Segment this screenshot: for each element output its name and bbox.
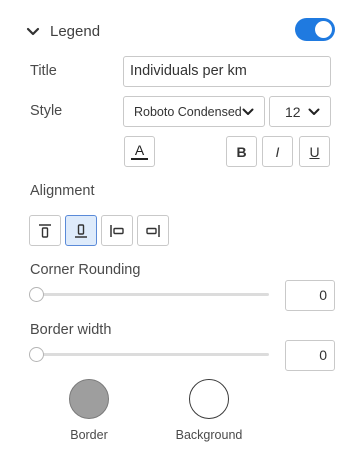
align-top-button[interactable]: [29, 215, 61, 246]
align-right-button[interactable]: [137, 215, 169, 246]
title-label: Title: [30, 63, 57, 79]
text-color-bar: [131, 158, 148, 160]
border-width-slider-thumb[interactable]: [29, 347, 44, 362]
legend-toggle[interactable]: [295, 18, 335, 41]
font-size-value: 12: [285, 103, 301, 120]
corner-rounding-input[interactable]: 0: [285, 280, 335, 311]
bold-button[interactable]: B: [226, 136, 257, 167]
border-color-label: Border: [70, 428, 108, 442]
border-width-slider-track[interactable]: [31, 353, 269, 356]
corner-rounding-slider-track[interactable]: [31, 293, 269, 296]
align-top-icon: [39, 223, 51, 238]
title-input[interactable]: Individuals per km: [123, 56, 331, 87]
font-family-value: Roboto Condensed: [134, 104, 242, 119]
background-color-label: Background: [175, 428, 243, 442]
text-color-button[interactable]: A: [124, 136, 155, 167]
align-bottom-icon: [75, 223, 87, 238]
text-color-icon: A: [134, 141, 145, 158]
chevron-down-icon[interactable]: [26, 26, 40, 38]
align-bottom-button[interactable]: [65, 215, 97, 246]
font-family-select[interactable]: Roboto Condensed: [123, 96, 265, 127]
section-title: Legend: [50, 23, 101, 40]
underline-button[interactable]: U: [299, 136, 330, 167]
chevron-down-icon: [242, 108, 254, 115]
corner-rounding-slider-thumb[interactable]: [29, 287, 44, 302]
font-size-select[interactable]: 12: [269, 96, 331, 127]
style-label: Style: [30, 103, 63, 119]
border-width-label: Border width: [30, 322, 112, 338]
chevron-down-icon: [308, 108, 320, 115]
border-width-input[interactable]: 0: [285, 340, 335, 371]
background-color-swatch[interactable]: [189, 379, 229, 419]
alignment-label: Alignment: [30, 183, 95, 199]
align-right-icon: [146, 224, 160, 237]
corner-rounding-label: Corner Rounding: [30, 262, 141, 278]
align-left-icon: [110, 224, 124, 237]
border-color-swatch[interactable]: [69, 379, 109, 419]
align-left-button[interactable]: [101, 215, 133, 246]
italic-button[interactable]: I: [262, 136, 293, 167]
toggle-knob: [315, 21, 332, 38]
